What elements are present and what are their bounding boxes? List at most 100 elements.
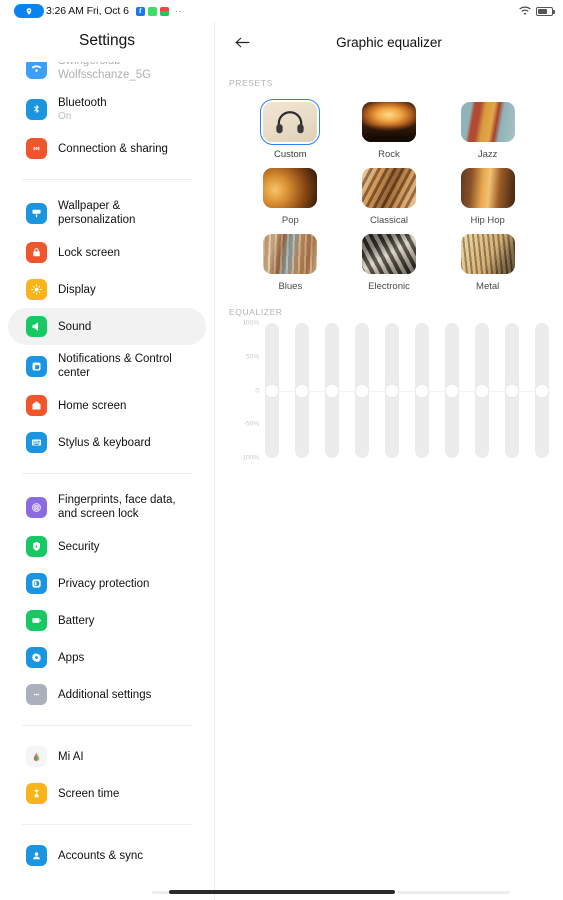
sidebar-item-label: Stylus & keyboard [58, 436, 151, 449]
equalizer-band-thumb[interactable] [295, 384, 309, 397]
sidebar-item-display[interactable]: Display [8, 271, 206, 308]
presets-grid: Custom Rock Jazz Pop Classical Hip Hop Blues El… [215, 97, 563, 293]
preset-custom[interactable]: Custom [241, 97, 339, 161]
preset-thumbnail-image [361, 102, 416, 142]
sidebar-divider [22, 473, 192, 474]
page-title: Settings [78, 32, 135, 49]
preset-classical[interactable]: Classical [340, 163, 438, 227]
sidebar-item-text: Privacy protection [58, 577, 149, 591]
sidebar-item-bluetooth[interactable]: Bluetooth On [8, 89, 206, 130]
lock-icon [26, 242, 47, 263]
sidebar-item-text: Wallpaper & personalization [58, 199, 192, 227]
sidebar-item-text: Notifications & Control center [58, 352, 192, 380]
accounts-sync-icon [26, 845, 47, 866]
device-screen: 3:26 AM Fri, Oct 6 f ·· Settings Swinger… [0, 0, 563, 900]
preset-jazz[interactable]: Jazz [439, 97, 537, 161]
equalizer-band-thumb[interactable] [445, 384, 459, 397]
sidebar-item-fingerprints-face-data-and-screen-lock[interactable]: Fingerprints, face data, and screen lock [8, 486, 206, 528]
equalizer-band-thumb[interactable] [505, 384, 519, 397]
main-content-area: Settings Swingerclub Wolfsschanze_5G Blue… [0, 22, 563, 900]
equalizer-band-6[interactable] [415, 323, 429, 458]
sidebar-item-lock-screen[interactable]: Lock screen [8, 234, 206, 271]
equalizer-band-thumb[interactable] [265, 384, 279, 397]
sidebar-item-label: Notifications & Control center [58, 353, 172, 379]
battery-icon [26, 610, 47, 631]
equalizer-band-5[interactable] [385, 323, 399, 458]
preset-thumbnail-frame [359, 231, 419, 277]
preset-thumbnail-image [460, 168, 515, 208]
preset-label: Metal [476, 281, 500, 292]
status-bar-right [519, 6, 555, 16]
back-arrow-icon[interactable] [229, 29, 255, 55]
sidebar-item-sound[interactable]: Sound [8, 308, 206, 345]
keyboard-icon [26, 432, 47, 453]
equalizer-band-thumb[interactable] [475, 384, 489, 397]
sidebar-item-text: Display [58, 283, 96, 297]
equalizer-band-8[interactable] [475, 323, 489, 458]
gesture-nav-handle[interactable] [168, 890, 395, 894]
sidebar-item-wallpaper-personalization[interactable]: Wallpaper & personalization [8, 192, 206, 234]
sidebar-item-text: Lock screen [58, 246, 120, 260]
equalizer-band-thumb[interactable] [355, 384, 369, 397]
preset-electronic[interactable]: Electronic [340, 229, 438, 293]
sidebar-item-additional-settings[interactable]: Additional settings [8, 676, 206, 713]
preset-pop[interactable]: Pop [241, 163, 339, 227]
sidebar-item-label: Additional settings [58, 688, 152, 701]
sidebar-item-label: Bluetooth [58, 97, 107, 109]
sidebar-item-text: Apps [58, 651, 84, 665]
status-bar: 3:26 AM Fri, Oct 6 f ·· [0, 0, 563, 22]
equalizer-section-label: EQUALIZER [229, 307, 283, 317]
sidebar-item-label: Wallpaper & personalization [58, 200, 136, 226]
sidebar-item-screen-time[interactable]: Screen time [8, 775, 206, 812]
equalizer-band-thumb[interactable] [385, 384, 399, 397]
sidebar-item-notifications-control-center[interactable]: Notifications & Control center [8, 345, 206, 387]
sidebar-item-text: Mi AI [58, 750, 84, 764]
equalizer-band-thumb[interactable] [415, 384, 429, 397]
sidebar-item-apps[interactable]: Apps [8, 639, 206, 676]
sidebar-item-text: Swingerclub Wolfsschanze_5G [58, 62, 192, 82]
sidebar-scroll-container[interactable]: Swingerclub Wolfsschanze_5G Bluetooth On Co… [0, 62, 214, 900]
status-bar-time: 3:26 AM Fri, Oct 6 [46, 5, 129, 17]
sidebar-item-connection-sharing[interactable]: Connection & sharing [8, 130, 206, 167]
preset-label: Blues [278, 281, 303, 292]
preset-rock[interactable]: Rock [340, 97, 438, 161]
notification-icons: f [135, 6, 169, 16]
sidebar-item-label: Screen time [58, 787, 120, 800]
sidebar-item-text: Additional settings [58, 688, 151, 702]
sidebar-item-mi-ai[interactable]: Mi AI [8, 738, 206, 775]
preset-label: Electronic [368, 281, 410, 292]
sidebar-item-accounts-sync[interactable]: Accounts & sync [8, 837, 206, 874]
sidebar-item-text: Accounts & sync [58, 849, 143, 863]
sidebar-item-home-screen[interactable]: Home screen [8, 387, 206, 424]
preset-thumbnail-image [361, 234, 416, 274]
preset-hip-hop[interactable]: Hip Hop [439, 163, 537, 227]
equalizer-band-thumb[interactable] [325, 384, 339, 397]
equalizer-sliders [265, 323, 549, 458]
equalizer-band-thumb[interactable] [535, 384, 549, 397]
sidebar-item-privacy-protection[interactable]: Privacy protection [8, 565, 206, 602]
sidebar-item-label: Accounts & sync [58, 849, 144, 862]
equalizer-band-1[interactable] [265, 323, 279, 458]
sidebar-item-swingerclub-wolfsschanze-5g[interactable]: Swingerclub Wolfsschanze_5G [8, 62, 206, 89]
preset-thumbnail-image [460, 102, 515, 142]
wifi-icon [26, 62, 47, 79]
sidebar-item-label: Connection & sharing [58, 142, 168, 155]
preset-thumbnail-frame [458, 165, 518, 211]
sidebar-item-text: Sound [58, 320, 91, 334]
sidebar-item-text: Fingerprints, face data, and screen lock [58, 493, 192, 521]
equalizer-band-4[interactable] [355, 323, 369, 458]
preset-thumbnail-image [460, 234, 515, 274]
sidebar-item-battery[interactable]: Battery [8, 602, 206, 639]
equalizer-band-9[interactable] [505, 323, 519, 458]
display-brightness-icon [26, 279, 47, 300]
preset-label: Classical [369, 215, 408, 226]
preset-blues[interactable]: Blues [241, 229, 339, 293]
sidebar-item-security[interactable]: Security [8, 528, 206, 565]
equalizer-band-7[interactable] [445, 323, 459, 458]
preset-metal[interactable]: Metal [439, 229, 537, 293]
equalizer-band-3[interactable] [325, 323, 339, 458]
sidebar-item-stylus-keyboard[interactable]: Stylus & keyboard [8, 424, 206, 461]
equalizer-band-2[interactable] [295, 323, 309, 458]
equalizer-band-10[interactable] [535, 323, 549, 458]
app-icon [159, 6, 169, 16]
